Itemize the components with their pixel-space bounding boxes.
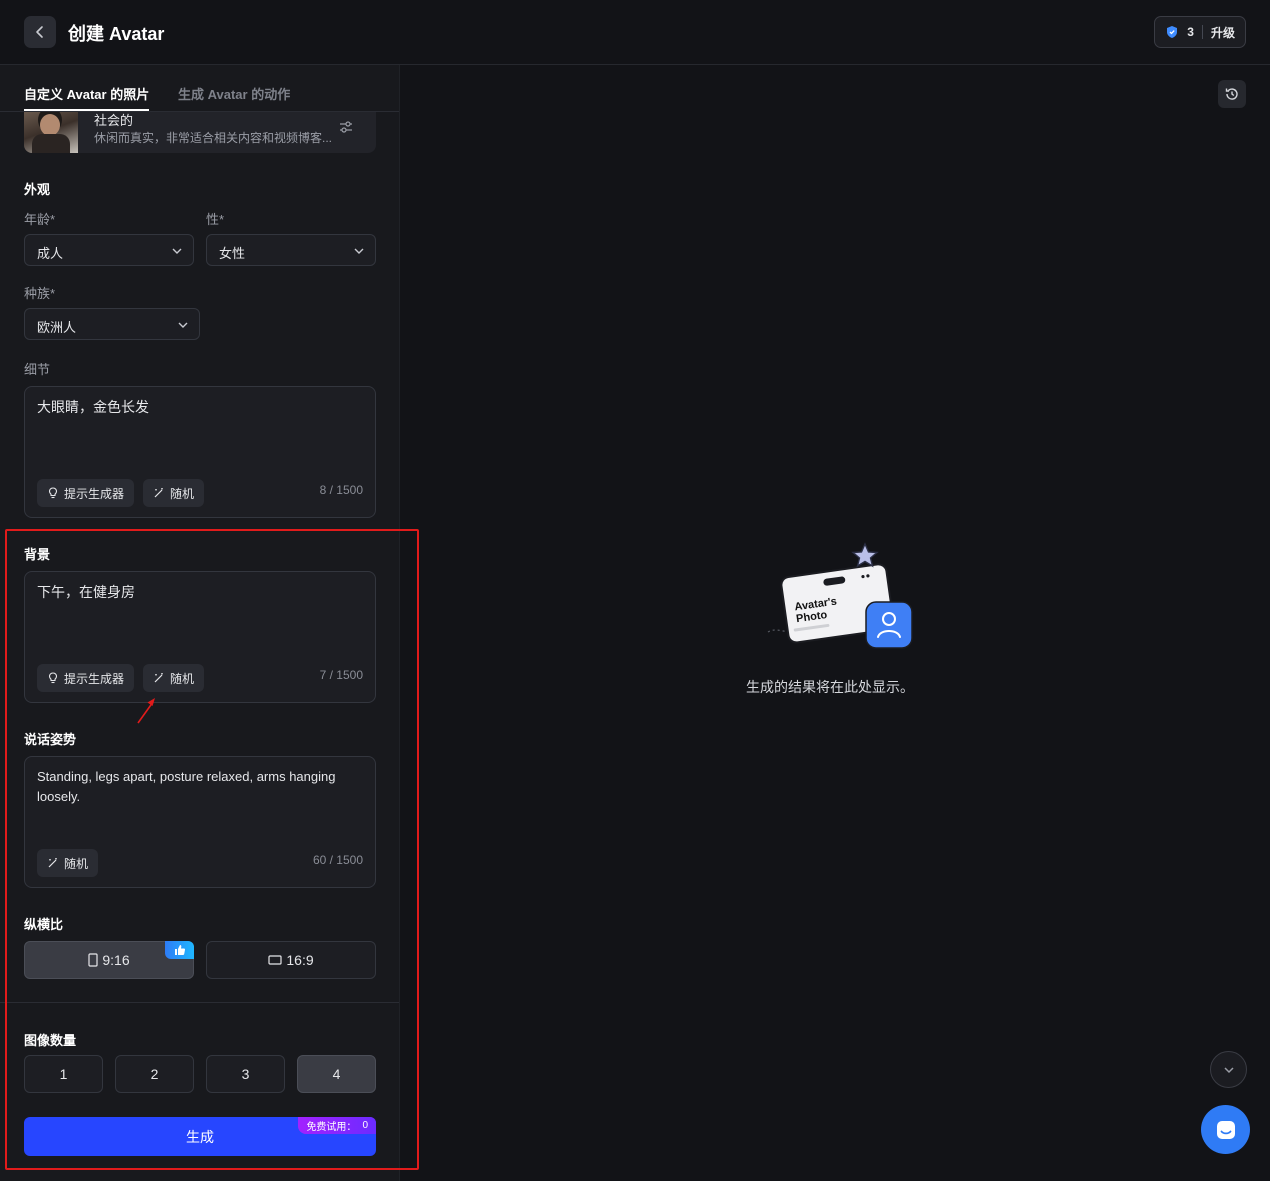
- ratio-label: 16:9: [286, 952, 314, 968]
- upgrade-label: 升级: [1210, 25, 1235, 40]
- count-3-button[interactable]: 3: [206, 1055, 285, 1093]
- tab-generate-motion[interactable]: 生成 Avatar 的动作: [178, 84, 290, 103]
- back-button[interactable]: [24, 16, 56, 48]
- chat-icon: [1216, 1120, 1235, 1139]
- pose-text: Standing, legs apart, posture relaxed, a…: [37, 769, 336, 804]
- details-text: 大眼睛，金色长发: [37, 399, 149, 415]
- sliders-icon[interactable]: [338, 119, 354, 135]
- random-button[interactable]: 随机: [143, 664, 205, 692]
- chat-support-button[interactable]: [1201, 1105, 1250, 1154]
- style-card[interactable]: 社会的 休闲而真实，非常适合相关内容和视频博客...: [24, 112, 376, 153]
- history-button[interactable]: [1218, 80, 1246, 108]
- gender-label: 性*: [206, 212, 225, 227]
- landscape-icon: [268, 955, 282, 965]
- chevron-down-icon: [178, 322, 188, 328]
- ethnicity-value: 欧洲人: [37, 320, 77, 335]
- chevron-down-icon: [354, 248, 364, 254]
- result-placeholder-text: 生成的结果将在此处显示。: [746, 679, 914, 695]
- background-counter: 7 / 1500: [319, 668, 363, 682]
- settings-panel: 自定义 Avatar 的照片 生成 Avatar 的动作 社会的 休闲而真实，非…: [0, 65, 400, 1181]
- free-trial-badge: 免费试用： 0: [298, 1117, 376, 1134]
- age-select[interactable]: 成人: [24, 234, 194, 266]
- style-name: 社会的: [94, 113, 134, 128]
- chevron-left-icon: [36, 26, 43, 38]
- page-title: 创建 Avatar: [68, 24, 165, 44]
- details-textarea[interactable]: 大眼睛，金色长发 提示生成器 随机 8 / 1500: [24, 386, 376, 518]
- image-count-title: 图像数量: [24, 1033, 77, 1048]
- random-label: 随机: [64, 856, 89, 871]
- gender-value: 女性: [219, 246, 246, 261]
- portrait-icon: [88, 953, 98, 967]
- count-4-button[interactable]: 4: [297, 1055, 376, 1093]
- arrow-annotation-icon: [137, 698, 155, 724]
- ethnicity-label: 种族*: [24, 286, 56, 301]
- prompt-generator-label: 提示生成器: [64, 486, 125, 501]
- background-title: 背景: [24, 547, 51, 562]
- magic-wand-icon: [154, 673, 163, 683]
- credits-count: 3: [1187, 25, 1194, 39]
- divider: [0, 1002, 399, 1003]
- avatar-photo-illustration: Avatar's Photo: [767, 542, 913, 649]
- scroll-down-button[interactable]: [1210, 1051, 1247, 1088]
- history-icon: [1225, 88, 1238, 100]
- pose-counter: 60 / 1500: [312, 853, 363, 867]
- ethnicity-select[interactable]: 欧洲人: [24, 308, 200, 340]
- lightbulb-icon: [48, 672, 58, 684]
- tab-bar: 自定义 Avatar 的照片 生成 Avatar 的动作: [0, 65, 399, 112]
- pose-textarea[interactable]: Standing, legs apart, posture relaxed, a…: [24, 756, 376, 888]
- prompt-generator-label: 提示生成器: [64, 671, 125, 686]
- age-value: 成人: [37, 246, 64, 261]
- background-text: 下午，在健身房: [37, 584, 135, 600]
- generate-button[interactable]: 生成 免费试用： 0: [24, 1117, 376, 1156]
- ratio-label: 9:16: [102, 952, 130, 968]
- style-description: 休闲而真实，非常适合相关内容和视频博客...: [94, 131, 333, 145]
- pose-title: 说话姿势: [24, 732, 77, 747]
- trial-count: 0: [362, 1120, 368, 1131]
- random-button[interactable]: 随机: [37, 849, 99, 877]
- random-label: 随机: [170, 486, 195, 501]
- generate-label: 生成: [186, 1128, 214, 1145]
- aspect-ratio-title: 纵横比: [24, 917, 64, 932]
- style-thumbnail: [24, 112, 78, 153]
- details-label: 细节: [24, 362, 51, 377]
- trial-label: 免费试用：: [306, 1122, 357, 1133]
- age-label: 年龄*: [24, 212, 56, 227]
- tab-customize-photo[interactable]: 自定义 Avatar 的照片: [24, 84, 150, 111]
- gender-select[interactable]: 女性: [206, 234, 376, 266]
- prompt-generator-button[interactable]: 提示生成器: [37, 479, 135, 507]
- random-label: 随机: [170, 671, 195, 686]
- details-counter: 8 / 1500: [319, 483, 363, 497]
- chevron-down-icon: [172, 248, 182, 254]
- recommended-badge: [165, 941, 194, 959]
- chevron-down-icon: [1223, 1066, 1234, 1073]
- magic-wand-icon: [48, 858, 57, 868]
- ratio-16-9-button[interactable]: 16:9: [206, 941, 376, 979]
- credits-upgrade-button[interactable]: 3 升级: [1154, 16, 1246, 48]
- shield-icon: [1167, 26, 1178, 38]
- background-textarea[interactable]: 下午，在健身房 提示生成器 随机 7 / 1500: [24, 571, 376, 703]
- lightbulb-icon: [48, 487, 58, 499]
- thumbs-up-icon: [174, 945, 185, 955]
- magic-wand-icon: [154, 488, 163, 498]
- prompt-generator-button[interactable]: 提示生成器: [37, 664, 135, 692]
- count-2-button[interactable]: 2: [115, 1055, 194, 1093]
- ratio-9-16-button[interactable]: 9:16: [24, 941, 194, 979]
- count-1-button[interactable]: 1: [24, 1055, 103, 1093]
- divider: [1201, 25, 1203, 39]
- top-bar: 创建 Avatar 3 升级: [0, 0, 1270, 65]
- appearance-title: 外观: [24, 182, 51, 197]
- random-button[interactable]: 随机: [143, 479, 205, 507]
